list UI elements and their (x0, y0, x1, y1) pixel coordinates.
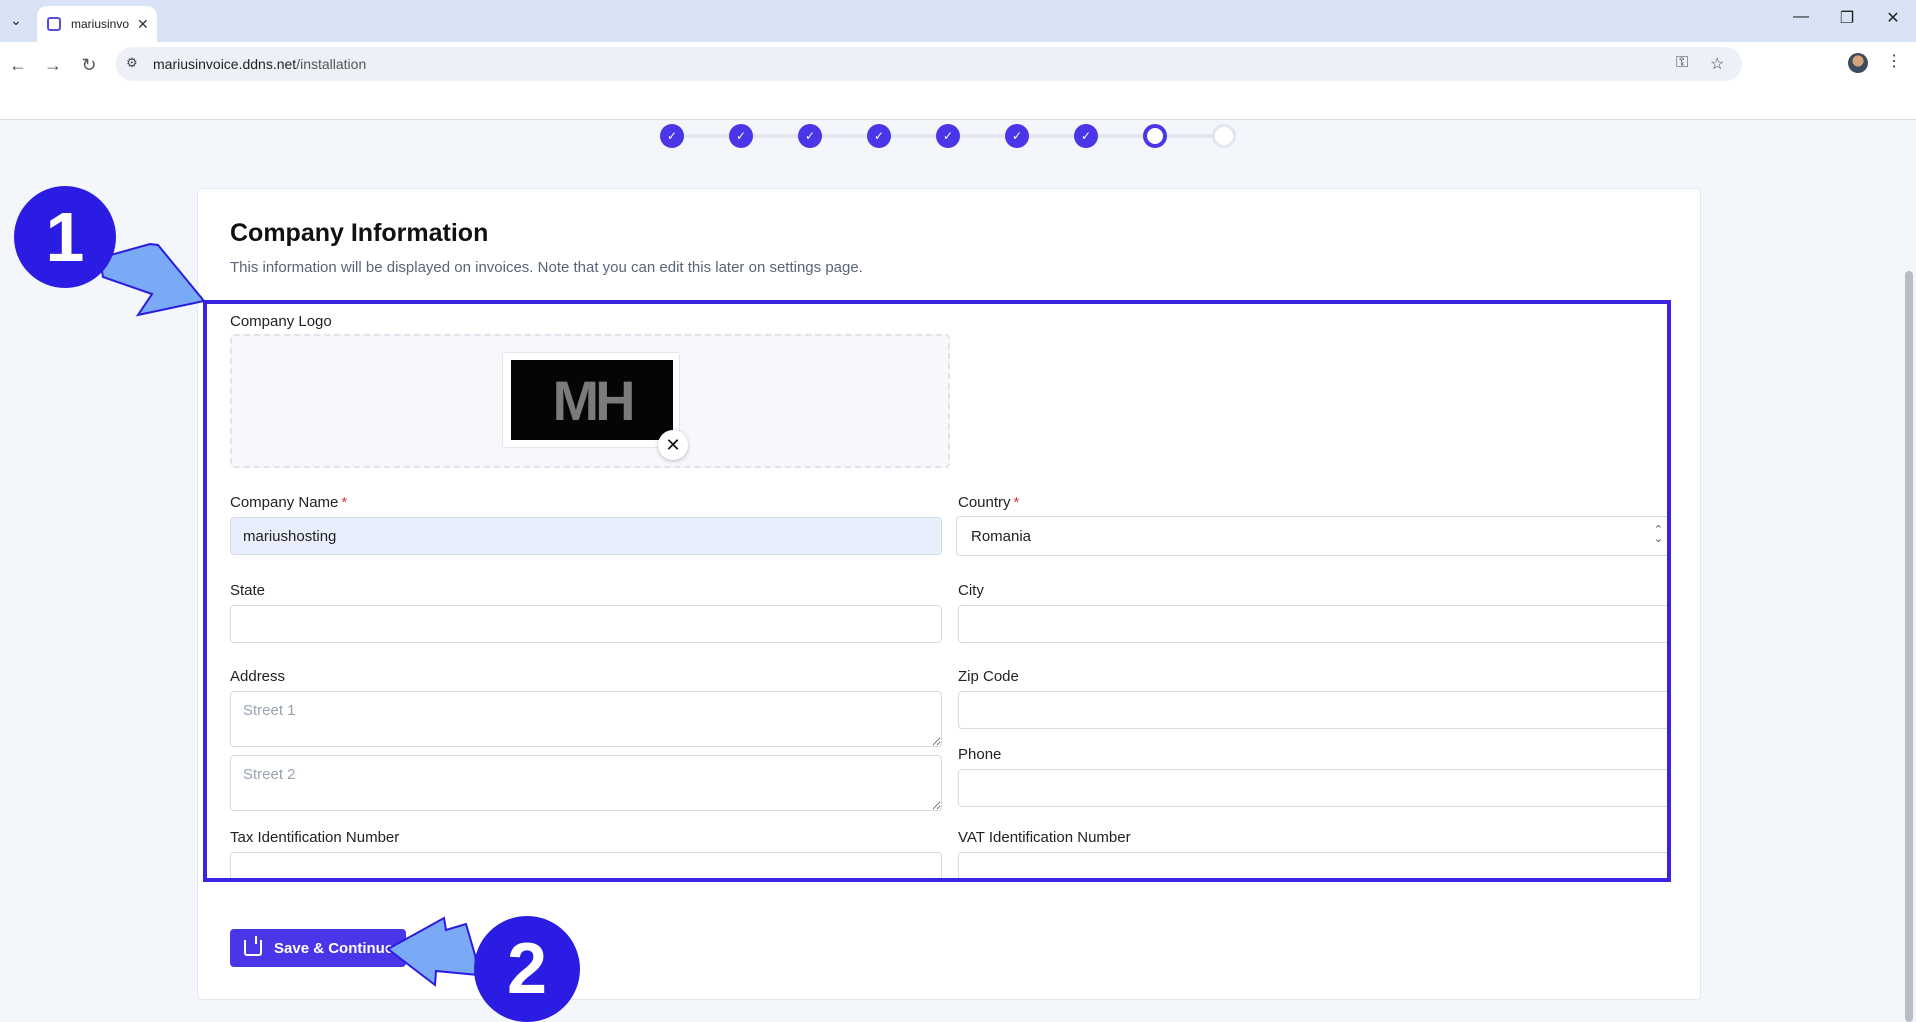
step-7-complete-icon: ✓ (1074, 124, 1098, 148)
browser-tab[interactable]: mariusinvoice ✕ (37, 6, 157, 42)
address-bar[interactable]: ⚙ mariusinvoice.ddns.net/installation ⚿ … (116, 47, 1742, 81)
password-key-icon[interactable]: ⚿ (1676, 54, 1688, 72)
step-2-complete-icon: ✓ (729, 124, 753, 148)
save-download-icon (244, 936, 262, 956)
url-text: mariusinvoice.ddns.net/installation (153, 56, 367, 72)
annotation-arrow-1 (98, 242, 206, 317)
favicon-icon (47, 17, 61, 31)
save-continue-button[interactable]: Save & Continue (230, 929, 406, 967)
browser-menu-icon[interactable]: ⋮ (1886, 51, 1902, 71)
step-5-complete-icon: ✓ (936, 124, 960, 148)
site-settings-icon[interactable]: ⚙ (126, 55, 138, 71)
step-3-complete-icon: ✓ (798, 124, 822, 148)
page-title: Company Information (230, 219, 489, 247)
browser-tab-bar: ⌄ mariusinvoice ✕ — ❐ ✕ (0, 0, 1916, 42)
installation-stepper: ✓ ✓ ✓ ✓ ✓ ✓ ✓ (660, 124, 1240, 148)
annotation-highlight-box (203, 300, 1671, 882)
step-4-complete-icon: ✓ (867, 124, 891, 148)
restore-icon[interactable]: ❐ (1832, 8, 1862, 28)
callout-1-badge: 1 (14, 186, 116, 288)
forward-icon[interactable]: → (40, 52, 66, 78)
reload-icon[interactable]: ↻ (76, 52, 102, 78)
scrollbar-thumb[interactable] (1905, 271, 1913, 1022)
callout-2-badge: 2 (474, 916, 580, 1022)
page-scrollbar[interactable] (1902, 121, 1916, 1022)
back-icon[interactable]: ← (5, 52, 31, 78)
close-window-icon[interactable]: ✕ (1878, 8, 1908, 28)
step-1-complete-icon: ✓ (660, 124, 684, 148)
tab-list-dropdown-icon[interactable]: ⌄ (4, 8, 28, 32)
step-6-complete-icon: ✓ (1005, 124, 1029, 148)
step-8-current (1143, 124, 1167, 148)
profile-avatar[interactable] (1848, 53, 1868, 73)
browser-toolbar: ← → ↻ ⚙ mariusinvoice.ddns.net/installat… (0, 42, 1916, 120)
tab-title: mariusinvoice (71, 17, 129, 31)
minimize-icon[interactable]: — (1786, 8, 1816, 26)
page-description: This information will be displayed on in… (230, 259, 863, 276)
save-button-label: Save & Continue (274, 939, 394, 957)
bookmark-star-icon[interactable]: ☆ (1710, 54, 1724, 74)
step-9-pending (1212, 124, 1236, 148)
tab-close-icon[interactable]: ✕ (137, 16, 149, 33)
